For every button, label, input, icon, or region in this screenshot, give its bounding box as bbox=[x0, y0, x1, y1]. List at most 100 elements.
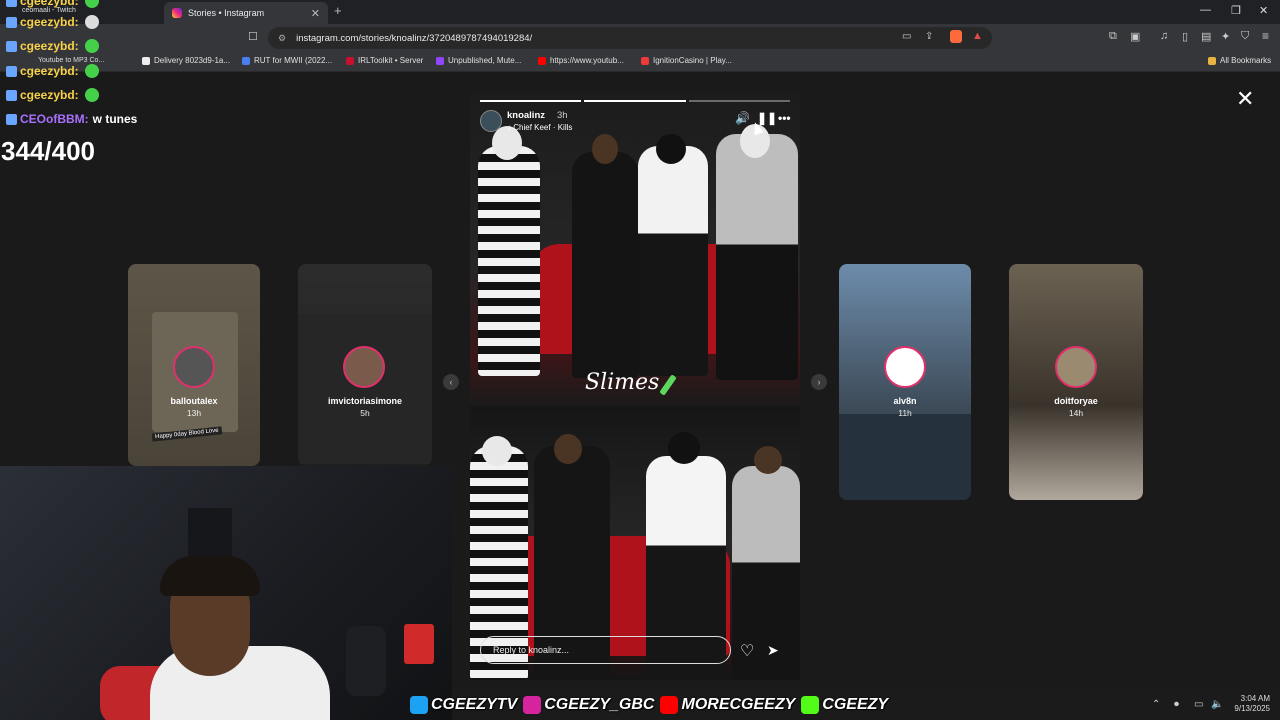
bookmark-label: IgnitionCasino | Play... bbox=[653, 56, 732, 65]
story-header: knoalinz 3h ♪ Chief Keef · Kills 🔊 ❚❚ ••… bbox=[480, 110, 791, 136]
chat-badge-icon bbox=[6, 113, 17, 125]
chat-username: cgeezybd: bbox=[20, 64, 79, 78]
progress-segment bbox=[688, 100, 790, 102]
bookmark-item[interactable]: Unpublished, Mute... bbox=[436, 56, 521, 65]
close-window-icon[interactable]: ✕ bbox=[1259, 4, 1268, 17]
chat-message: CEOofBBM: w tunes bbox=[6, 112, 137, 126]
clock-time: 3:04 AM bbox=[1240, 694, 1270, 703]
bookmark-favicon-icon bbox=[641, 56, 649, 65]
story-time: 11h bbox=[898, 408, 912, 418]
address-bar[interactable]: ⚙ instagram.com/stories/knoalinz/3720489… bbox=[268, 27, 992, 49]
person-figure bbox=[478, 146, 540, 376]
tray-display-icon[interactable]: ▭ bbox=[1194, 699, 1203, 710]
avatar bbox=[173, 346, 215, 388]
person-head bbox=[554, 434, 582, 464]
cast-icon[interactable]: ▭ bbox=[902, 31, 911, 42]
like-heart-icon[interactable]: ♡ bbox=[740, 641, 754, 661]
send-icon[interactable]: ➤ bbox=[767, 642, 779, 659]
story-viewer[interactable]: knoalinz 3h ♪ Chief Keef · Kills 🔊 ❚❚ ••… bbox=[470, 94, 800, 680]
tray-volume-icon[interactable]: 🔈 bbox=[1211, 699, 1223, 710]
chat-badge-icon bbox=[6, 16, 17, 28]
social-handle: MORECGEEZY bbox=[660, 696, 795, 714]
stream-chat-overlay: ceomaali - Twitch Youtube to MP3 Co... c… bbox=[0, 0, 340, 170]
share-icon[interactable]: ⇪ bbox=[925, 31, 933, 42]
person-figure bbox=[572, 152, 638, 378]
person-head bbox=[482, 436, 512, 466]
story-preview-image bbox=[298, 314, 432, 464]
brave-shield-icon[interactable] bbox=[950, 30, 962, 43]
person-head bbox=[668, 432, 700, 464]
chat-message: cgeezybd: bbox=[6, 0, 99, 8]
chat-username: cgeezybd: bbox=[20, 39, 79, 53]
bookmark-item[interactable]: https://www.youtub... bbox=[538, 56, 624, 65]
chat-badge-icon bbox=[6, 89, 17, 101]
close-stories-icon[interactable]: ✕ bbox=[1236, 86, 1254, 112]
story-song-label[interactable]: ♪ Chief Keef · Kills bbox=[507, 123, 572, 132]
side-story-card[interactable]: imvictoriasimone 5h bbox=[298, 264, 432, 466]
person-head bbox=[592, 134, 618, 164]
social-platform-icon bbox=[410, 696, 428, 714]
next-story-button[interactable]: › bbox=[811, 374, 827, 390]
story-time: 5h bbox=[360, 408, 370, 418]
person-figure bbox=[638, 146, 708, 376]
reply-input[interactable]: Reply to knoalinz... bbox=[480, 636, 731, 664]
wallet-icon[interactable]: ▤ bbox=[1201, 30, 1211, 43]
chat-username: cgeezybd: bbox=[20, 15, 79, 29]
story-username[interactable]: knoalinz bbox=[507, 110, 545, 121]
story-username: doitforyae bbox=[1054, 396, 1098, 406]
bookmark-item[interactable]: IgnitionCasino | Play... bbox=[641, 56, 732, 65]
social-platform-icon bbox=[801, 696, 820, 714]
clock-date: 9/13/2025 bbox=[1234, 704, 1270, 713]
chat-emote-icon bbox=[84, 64, 99, 78]
mini-tab-label: ceomaali - Twitch bbox=[22, 7, 76, 14]
leo-ai-icon[interactable]: ✦ bbox=[1221, 30, 1230, 43]
bookmark-item[interactable]: IRLToolkit • Server bbox=[346, 56, 423, 65]
social-handle-text: CGEEZYTV bbox=[431, 696, 518, 713]
chat-username: cgeezybd: bbox=[20, 0, 79, 8]
webcam-person-hair bbox=[160, 556, 260, 596]
microphone-icon bbox=[346, 626, 386, 696]
chat-emote-icon bbox=[84, 88, 99, 102]
media-icon[interactable]: ♫ bbox=[1160, 30, 1168, 42]
minimize-icon[interactable]: — bbox=[1200, 4, 1211, 16]
bookmark-favicon-icon bbox=[436, 56, 444, 65]
social-handle-text: CGEEZY bbox=[822, 696, 889, 713]
progress-segment bbox=[480, 100, 582, 102]
extensions-icon[interactable]: ⧉ bbox=[1109, 30, 1117, 43]
tray-mic-icon[interactable]: ⏺ bbox=[1174, 699, 1179, 710]
vpn-icon[interactable]: ⛉ bbox=[1241, 30, 1249, 43]
person-head bbox=[754, 446, 782, 474]
sidebar-icon[interactable]: ▣ bbox=[1130, 30, 1140, 43]
avatar bbox=[884, 346, 926, 388]
all-bookmarks[interactable]: All Bookmarks bbox=[1208, 56, 1271, 65]
previous-story-button[interactable]: ‹ bbox=[443, 374, 459, 390]
side-story-card[interactable]: alv8n 11h bbox=[839, 264, 971, 500]
side-story-card[interactable]: balloutalex 13h Happy 0day Blood Love bbox=[128, 264, 260, 466]
chat-emote-icon bbox=[84, 39, 99, 53]
maximize-icon[interactable]: ❐ bbox=[1231, 4, 1241, 17]
youtube-icon bbox=[538, 56, 546, 65]
side-story-card[interactable]: doitforyae 14h bbox=[1009, 264, 1143, 500]
volume-icon[interactable]: 🔊 bbox=[735, 111, 750, 125]
avatar[interactable] bbox=[480, 110, 502, 132]
reading-list-icon[interactable]: ▯ bbox=[1182, 30, 1188, 43]
story-username: alv8n bbox=[893, 396, 917, 406]
story-time: 14h bbox=[1068, 408, 1084, 418]
goal-counter: 344/400 bbox=[1, 136, 95, 166]
chat-emote-icon bbox=[84, 0, 99, 8]
story-username: imvictoriasimone bbox=[327, 396, 403, 406]
socials-banner: CGEEZYTV CGEEZY_GBC MORECGEEZY CGEEZY bbox=[410, 692, 894, 718]
more-options-icon[interactable]: ••• bbox=[778, 111, 791, 125]
chat-message: cgeezybd: bbox=[6, 15, 99, 29]
menu-icon[interactable]: ≡ bbox=[1262, 29, 1269, 43]
bookmark-label: IRLToolkit • Server bbox=[358, 56, 424, 65]
story-time: 13h bbox=[186, 408, 202, 418]
person-figure bbox=[716, 134, 798, 380]
social-handle: CGEEZY bbox=[801, 696, 888, 714]
rewards-icon[interactable]: ▲ bbox=[972, 30, 983, 42]
person-head bbox=[656, 134, 686, 164]
taskbar-clock[interactable]: 3:04 AM 9/13/2025 bbox=[1226, 694, 1270, 714]
tray-chevron-icon[interactable]: ⌃ bbox=[1152, 699, 1160, 710]
story-preview-image bbox=[839, 414, 971, 500]
story-username: balloutalex bbox=[170, 396, 218, 406]
